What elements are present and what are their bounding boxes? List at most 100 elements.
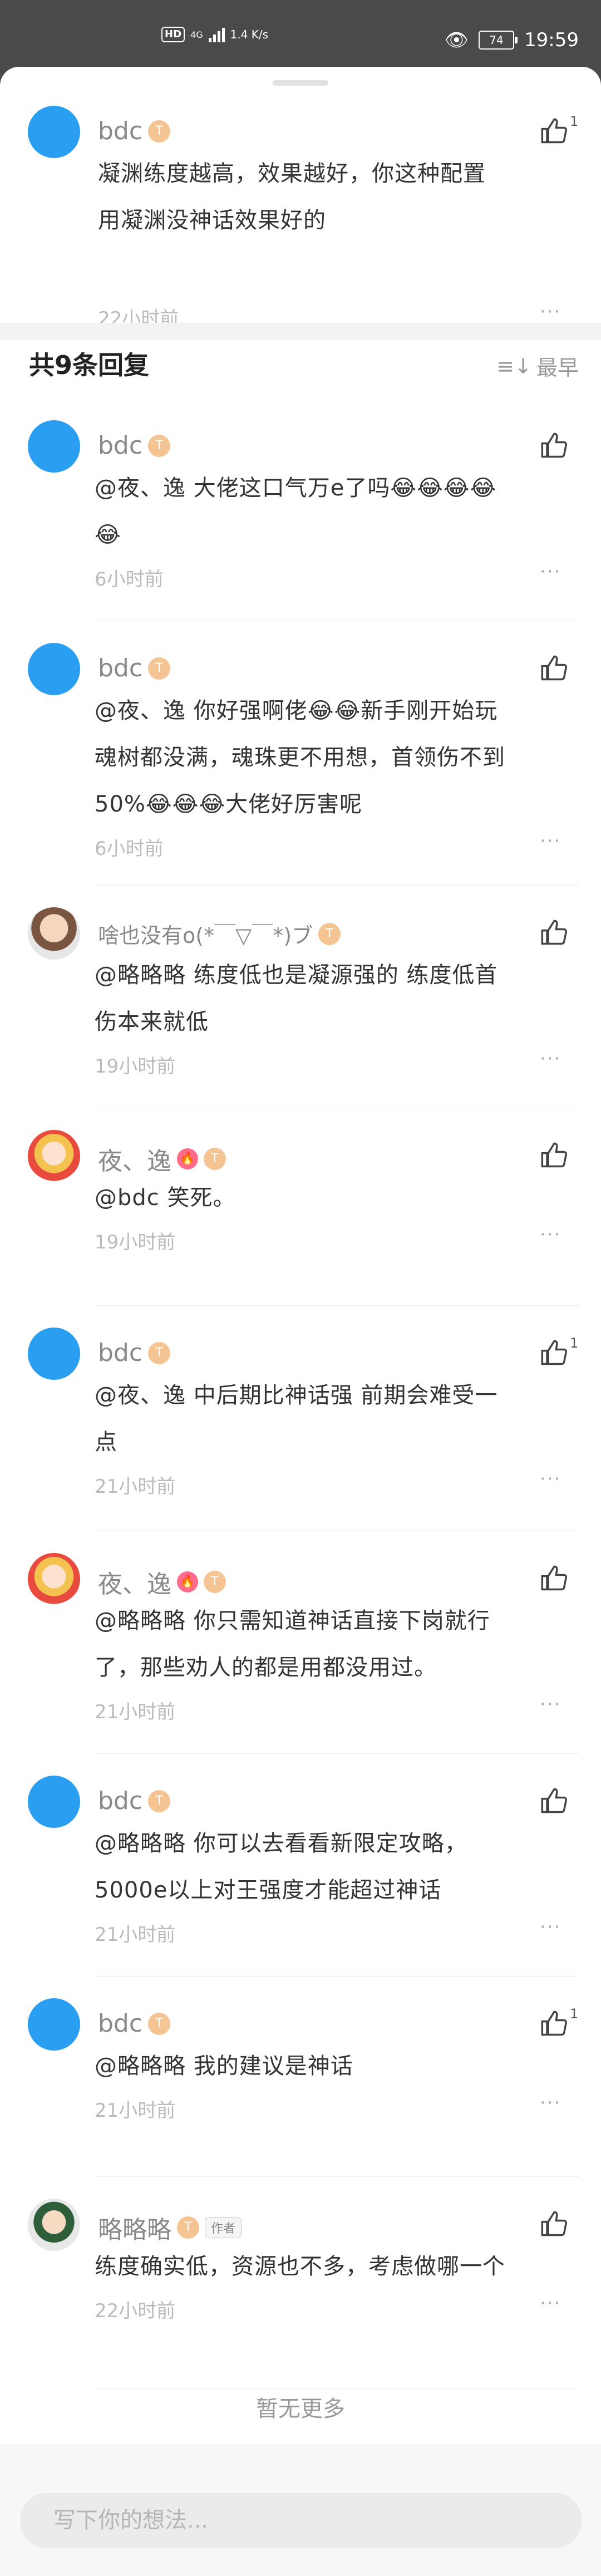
reply-user[interactable]: bdc T — [98, 654, 171, 682]
author-tag: 作者 — [205, 2217, 242, 2238]
reply-item[interactable]: 啥也没有o(*￣▽￣*)ブ T @略略略 练度低也是凝源强的 练度低首 伤本来就低 19… — [0, 907, 601, 1130]
like-count: 1 — [570, 2006, 579, 2022]
reply-text-line: @略略略 你只需知道神话直接下岗就行 — [95, 1608, 490, 1634]
row-divider — [95, 885, 579, 886]
reply-time: 19小时前 — [95, 1055, 176, 1078]
username[interactable]: bdc — [98, 431, 142, 460]
reply-user[interactable]: bdc T — [98, 1339, 171, 1367]
reply-text: @略略略 你可以去看看新限定攻略， 5000e以上对王强度才能超过神话 — [95, 1820, 467, 1914]
row-divider — [95, 1753, 579, 1754]
like-icon[interactable] — [540, 1141, 569, 1170]
more-icon[interactable]: ··· — [540, 2292, 561, 2314]
more-icon[interactable]: ··· — [540, 301, 561, 323]
reply-item[interactable]: bdc T 1 @略略略 我的建议是神话 21小时前 ··· — [0, 1998, 601, 2199]
fire-badge-icon: 🔥 — [177, 1571, 198, 1592]
sort-icon: ≡↓ — [496, 353, 532, 378]
level-badge: T — [148, 434, 171, 457]
more-icon[interactable]: ··· — [540, 1223, 561, 1246]
reply-user[interactable]: 略略略 T 作者 — [98, 2210, 242, 2245]
avatar[interactable] — [28, 1776, 80, 1828]
reply-item[interactable]: bdc T 1 @夜、逸 中后期比神话强 前期会难受一点 21小时前 ··· — [0, 1328, 601, 1553]
reply-item[interactable]: 夜、逸 🔥 T @略略略 你只需知道神话直接下岗就行 了，那些劝人的都是用都没用过。 21… — [0, 1553, 601, 1776]
like-icon[interactable] — [540, 1339, 569, 1368]
reply-text-line: 魂树都没满，魂珠更不用想，首领伤不到 — [95, 745, 505, 770]
more-icon[interactable]: ··· — [540, 1468, 561, 1490]
battery-icon: 74 — [479, 31, 518, 50]
like-icon[interactable] — [540, 1787, 569, 1816]
like-count: 1 — [570, 114, 579, 129]
end-of-list-text: 暂无更多 — [256, 2396, 345, 2422]
status-right: 👁 74 19:59 — [445, 29, 579, 51]
like-icon[interactable] — [540, 117, 569, 146]
reply-text-line: @略略略 我的建议是神话 — [95, 2053, 353, 2079]
sheet-drag-handle[interactable] — [273, 80, 328, 86]
more-icon[interactable]: ··· — [540, 1048, 561, 1070]
comment-user[interactable]: bdc T — [98, 117, 171, 145]
username[interactable]: 夜、逸 — [98, 1564, 171, 1600]
reply-item[interactable]: bdc T @夜、逸 大佬这口气万e了吗😂😂😂😂 😂 6小时前 ··· — [0, 420, 601, 643]
username[interactable]: bdc — [98, 654, 142, 682]
reply-user[interactable]: 啥也没有o(*￣▽￣*)ブ T — [98, 918, 341, 949]
reply-item[interactable]: bdc T @夜、逸 你好强啊佬😂😂新手刚开始玩 魂树都没满，魂珠更不用想，首领伤不到… — [0, 643, 601, 907]
reply-item[interactable]: 略略略 T 作者 练度确实低，资源也不多，考虑做哪一个 22小时前 ··· — [0, 2199, 601, 2410]
sort-button[interactable]: ≡↓ 最早 — [496, 351, 579, 381]
avatar[interactable] — [28, 643, 80, 695]
reply-text: @略略略 你只需知道神话直接下岗就行 了，那些劝人的都是用都没用过。 — [95, 1597, 490, 1691]
more-icon[interactable]: ··· — [540, 2092, 561, 2114]
avatar[interactable] — [28, 420, 80, 473]
reply-text-line: @bdc 笑死。 — [95, 1185, 236, 1211]
reply-text-line: 5000e以上对王强度才能超过神话 — [95, 1877, 442, 1903]
username[interactable]: bdc — [98, 2009, 142, 2038]
reply-user[interactable]: 夜、逸 🔥 T — [98, 1564, 226, 1600]
reply-count-title: 共9条回复 — [29, 350, 150, 380]
username[interactable]: 略略略 — [98, 2210, 171, 2245]
username[interactable]: 啥也没有o(*￣▽￣*)ブ — [98, 918, 313, 949]
reply-text-line: @略略略 练度低也是凝源强的 练度低首 — [95, 962, 498, 988]
avatar[interactable] — [28, 1328, 80, 1380]
row-divider — [95, 1305, 579, 1306]
level-badge: T — [177, 2216, 199, 2239]
hd-icon: HD — [161, 27, 185, 42]
status-time: 19:59 — [524, 29, 579, 51]
reply-time: 6小时前 — [95, 568, 164, 591]
like-icon[interactable] — [540, 2210, 569, 2239]
username[interactable]: bdc — [98, 1339, 142, 1367]
username[interactable]: 夜、逸 — [98, 1141, 171, 1177]
reply-item[interactable]: bdc T @略略略 你可以去看看新限定攻略， 5000e以上对王强度才能超过神话 21… — [0, 1776, 601, 1998]
more-icon[interactable]: ··· — [540, 830, 561, 852]
reply-time: 21小时前 — [95, 2100, 176, 2122]
like-icon[interactable] — [540, 1564, 569, 1593]
reply-text-line: 伤本来就低 — [95, 1009, 209, 1035]
reply-time: 21小时前 — [95, 1701, 176, 1723]
reply-text-line: 50%😂😂😂大佬好厉害呢 — [95, 792, 363, 817]
reply-user[interactable]: bdc T — [98, 1787, 171, 1815]
reply-user[interactable]: 夜、逸 🔥 T — [98, 1141, 226, 1177]
reply-user[interactable]: bdc T — [98, 431, 171, 460]
avatar[interactable] — [28, 1553, 80, 1605]
like-icon[interactable] — [540, 654, 569, 683]
like-icon[interactable] — [540, 431, 569, 460]
avatar[interactable] — [28, 106, 80, 158]
avatar[interactable] — [28, 907, 80, 960]
reply-text-line: @夜、逸 你好强啊佬😂😂新手刚开始玩 — [95, 698, 498, 724]
reply-text-line: 点 — [95, 1429, 117, 1455]
username[interactable]: bdc — [98, 117, 142, 145]
reply-text: 练度确实低，资源也不多，考虑做哪一个 — [95, 2243, 505, 2290]
level-badge: T — [148, 1790, 171, 1812]
net-type: 4G — [190, 29, 203, 40]
reply-user[interactable]: bdc T — [98, 2009, 171, 2038]
reply-text-line: 了，那些劝人的都是用都没用过。 — [95, 1655, 437, 1680]
more-icon[interactable]: ··· — [540, 1693, 561, 1715]
reply-sheet: bdc T 1 凝渊练度越高，效果越好，你这种配置 用凝渊没神话效果好的 22小… — [0, 67, 601, 2576]
comment-input[interactable]: 写下你的想法... — [20, 2493, 582, 2548]
avatar[interactable] — [28, 1130, 80, 1182]
avatar[interactable] — [28, 2199, 80, 2251]
more-icon[interactable]: ··· — [540, 1916, 561, 1938]
reply-item[interactable]: 夜、逸 🔥 T @bdc 笑死。 19小时前 ··· — [0, 1130, 601, 1328]
like-icon[interactable] — [540, 2009, 569, 2038]
like-icon[interactable] — [540, 918, 569, 947]
avatar[interactable] — [28, 1998, 80, 2051]
more-icon[interactable]: ··· — [540, 561, 561, 583]
reply-text-line: @略略略 你可以去看看新限定攻略， — [95, 1831, 467, 1856]
username[interactable]: bdc — [98, 1787, 142, 1815]
